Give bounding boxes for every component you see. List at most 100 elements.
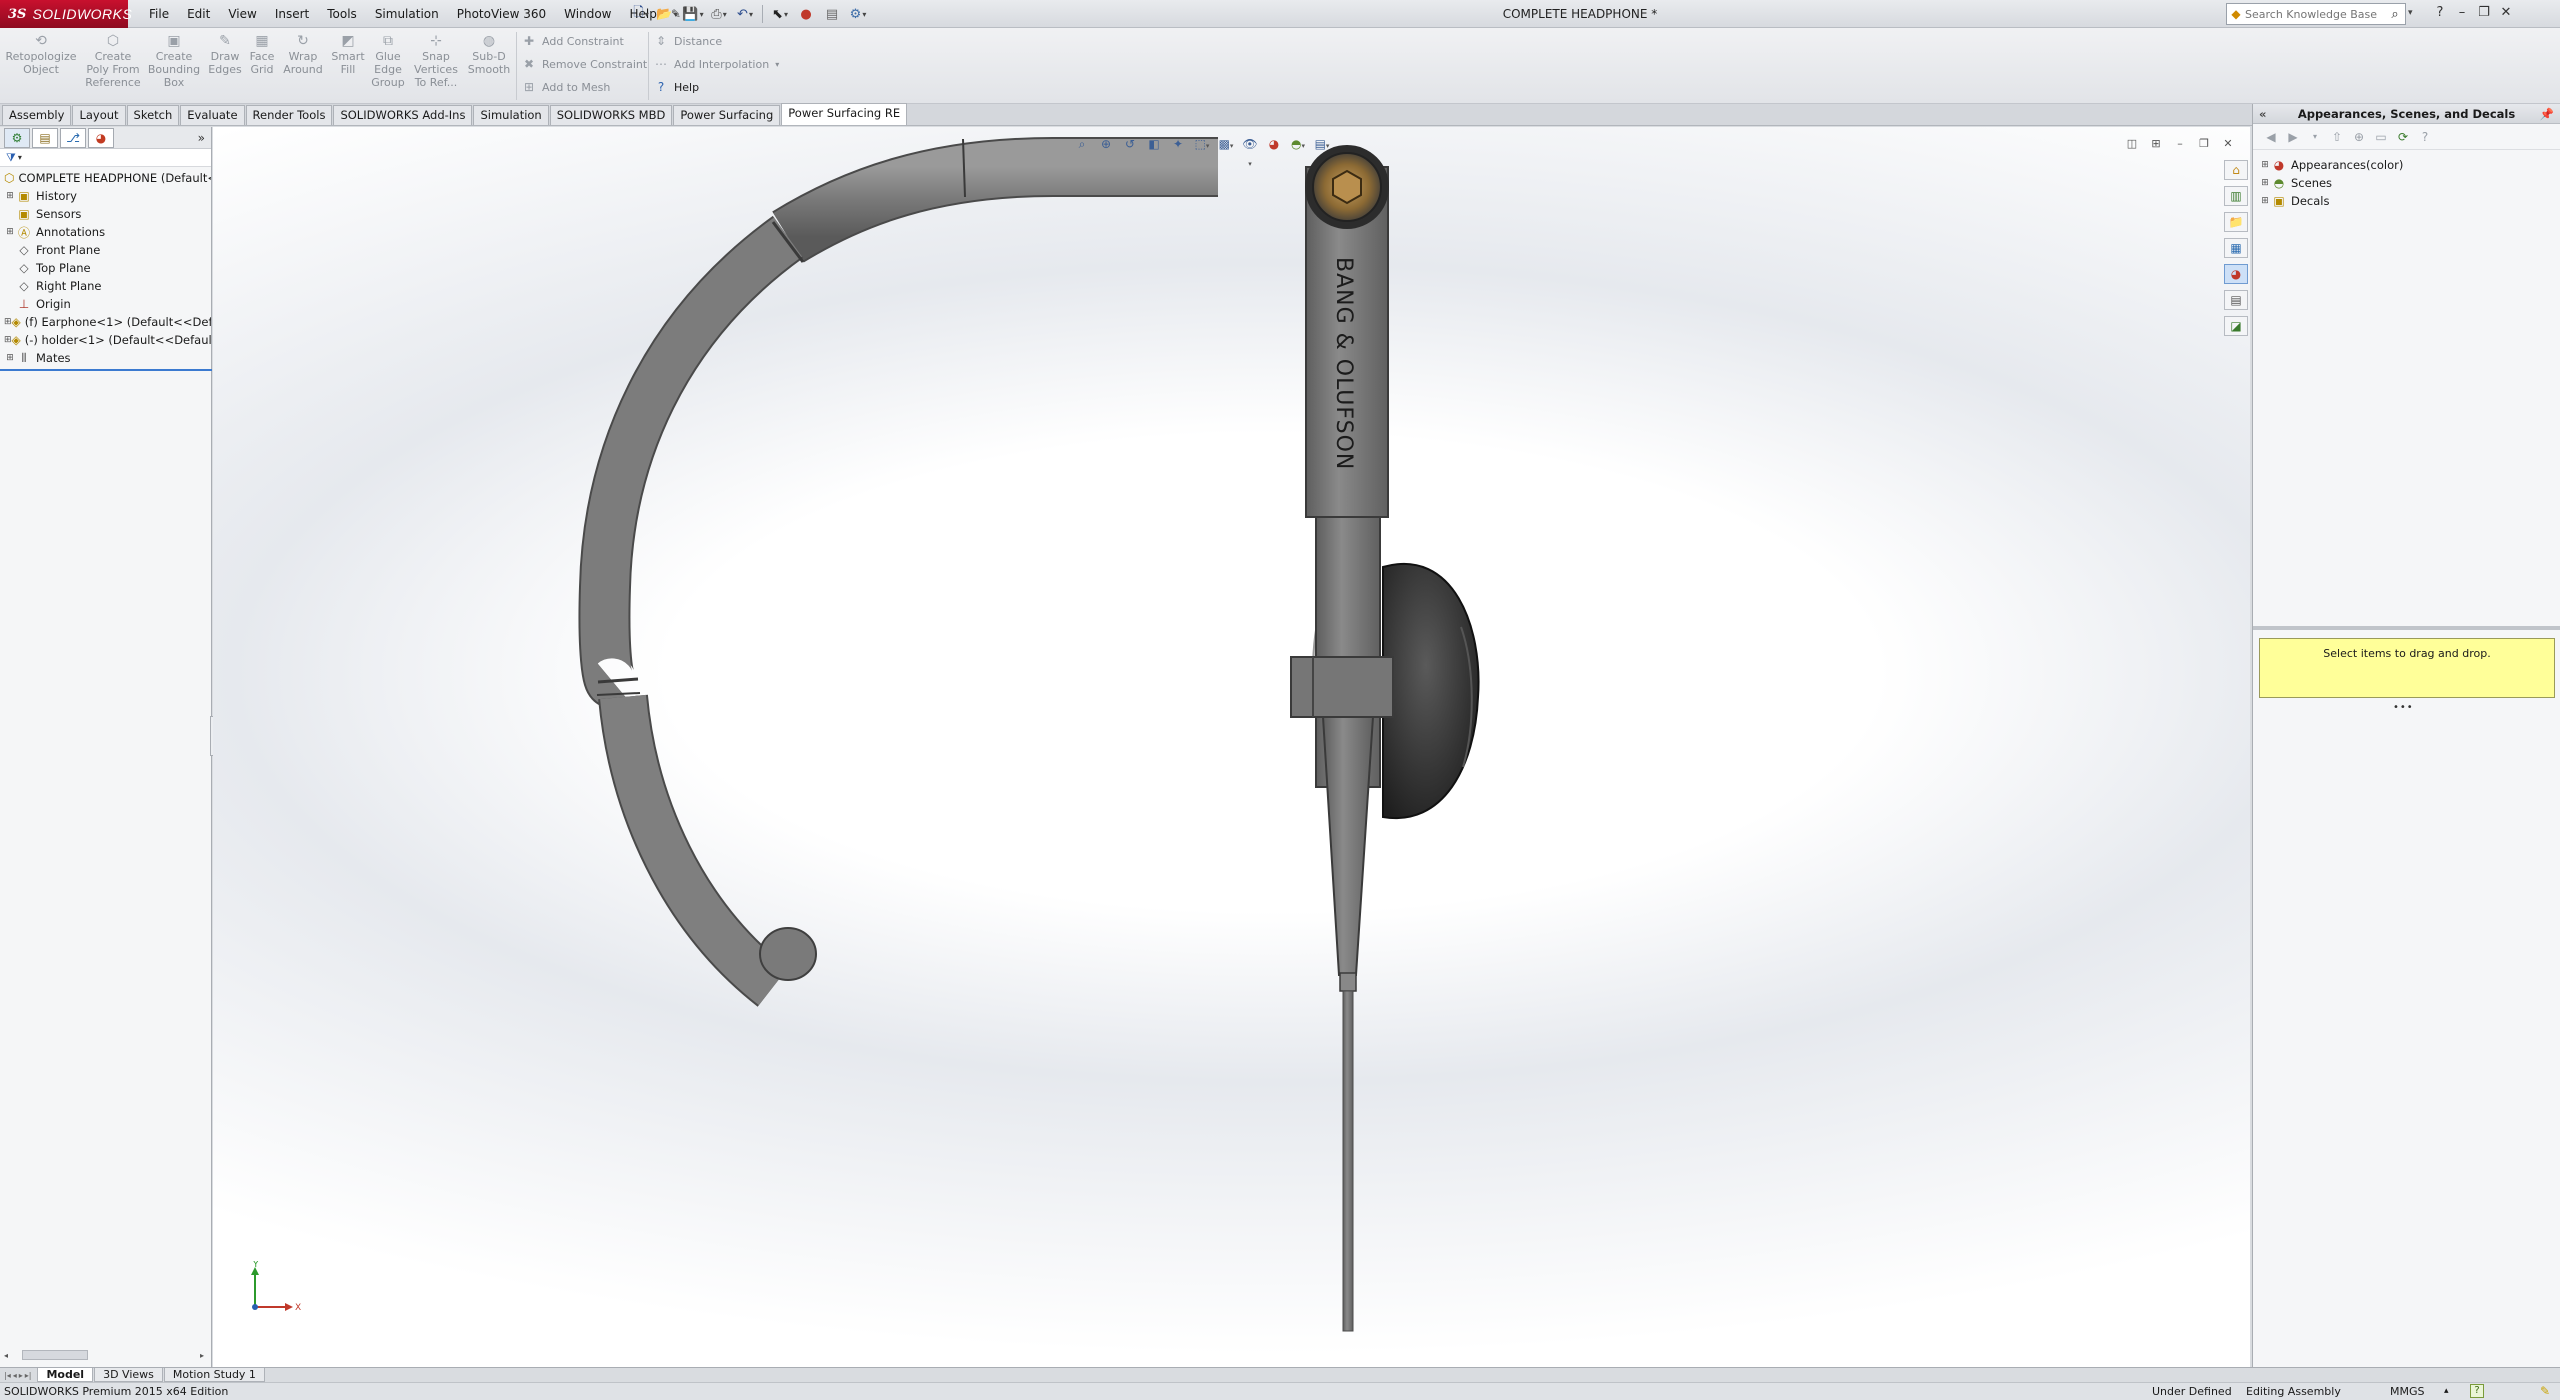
help-button[interactable]: ? Help [654, 80, 699, 94]
tab-simulation[interactable]: Simulation [473, 105, 549, 125]
add-interpolation-button[interactable]: ⋯ Add Interpolation ▾ [654, 57, 779, 71]
tab-evaluate[interactable]: Evaluate [180, 105, 245, 125]
tab-sketch[interactable]: Sketch [126, 105, 180, 125]
new-document-icon[interactable]: 🗋 ▾ [630, 4, 652, 24]
graphics-area[interactable]: BANG & OLUFSON ⌕ ⊕ ↺ ◧ ✦ ⬚▾ ▩▾ 👁▾ ◕ ◓▾ ▤… [213, 127, 2250, 1367]
tab-solidworks-addins[interactable]: SOLIDWORKS Add-Ins [333, 105, 473, 125]
tab-layout[interactable]: Layout [72, 105, 126, 125]
section-view-icon[interactable]: ◧ [1145, 135, 1163, 153]
undo-icon[interactable]: ↶ ▾ [734, 4, 756, 24]
prev-tab-icon[interactable]: ◂ [13, 1371, 17, 1380]
feature-tree-tab-icon[interactable]: ⚙ [4, 127, 30, 148]
tree-horizontal-scrollbar[interactable]: ◂ ▸ [4, 1349, 204, 1361]
viewport-minimize-icon[interactable]: – [2172, 137, 2188, 151]
close-icon[interactable]: ✕ [2496, 2, 2516, 24]
refresh-icon[interactable]: ⟳ [2395, 129, 2411, 145]
zoom-to-fit-icon[interactable]: ⌕ [1073, 135, 1091, 153]
minimize-icon[interactable]: – [2452, 2, 2472, 24]
apply-scene-icon[interactable]: ◓▾ [1289, 135, 1307, 153]
search-input[interactable] [2245, 7, 2385, 21]
view-palette-icon[interactable]: ▦ [2224, 238, 2248, 258]
expand-icon[interactable]: ⊞ [4, 353, 16, 363]
menu-photoview[interactable]: PhotoView 360 [448, 0, 555, 28]
tree-item-mates[interactable]: ⊞ ⫴ Mates [0, 349, 211, 367]
tree-item-front-plane[interactable]: ◇ Front Plane [0, 241, 211, 259]
save-icon[interactable]: 💾 ▾ [682, 4, 704, 24]
first-tab-icon[interactable]: |◂ [4, 1371, 11, 1380]
tab-navigation-arrows[interactable]: |◂ ◂ ▸ ▸| [4, 1371, 31, 1380]
expand-panel-icon[interactable]: » [198, 131, 205, 145]
select-arrow-icon[interactable]: ⬉ ▾ [769, 4, 791, 24]
tree-item-decals[interactable]: ⊞ ▣ Decals [2259, 192, 2560, 210]
search-dropdown-icon[interactable]: ▾ [2408, 8, 2413, 18]
pin-icon[interactable]: 📌 [2540, 104, 2554, 124]
menu-window[interactable]: Window [555, 0, 620, 28]
create-poly-from-reference-button[interactable]: ⬡ Create Poly From Reference [80, 32, 146, 89]
solidworks-resources-icon[interactable]: ⌂ [2224, 160, 2248, 180]
property-manager-tab-icon[interactable]: ▤ [32, 127, 58, 148]
tree-item-top-plane[interactable]: ◇ Top Plane [0, 259, 211, 277]
view-settings-icon[interactable]: ▤▾ [1313, 135, 1331, 153]
new-folder-icon[interactable]: ▭ [2373, 129, 2389, 145]
tree-item-scenes[interactable]: ⊞ ◓ Scenes [2259, 174, 2560, 192]
menu-tools[interactable]: Tools [318, 0, 366, 28]
view-orientation-icon[interactable]: ⬚▾ [1193, 135, 1211, 153]
edit-appearance-icon[interactable]: ◕ [1265, 135, 1283, 153]
rebuild-indicator-icon[interactable]: ✎ [2540, 1383, 2550, 1400]
display-style-icon[interactable]: ▩▾ [1217, 135, 1235, 153]
tree-item-right-plane[interactable]: ◇ Right Plane [0, 277, 211, 295]
pivot-cap[interactable] [1305, 145, 1389, 229]
task-pane-splitter[interactable] [2253, 626, 2560, 630]
add-to-mesh-button[interactable]: ⊞ Add to Mesh [522, 80, 610, 94]
tree-item-appearances[interactable]: ⊞ ◕ Appearances(color) [2259, 156, 2560, 174]
face-grid-button[interactable]: ▦ Face Grid [246, 32, 278, 76]
tree-item-earphone[interactable]: ⊞ ◈ (f) Earphone<1> (Default<<Defa [0, 313, 211, 331]
viewport-close-icon[interactable]: ✕ [2220, 137, 2236, 151]
back-icon[interactable]: ◀ [2263, 129, 2279, 145]
units-dropdown-icon[interactable]: ▴ [2444, 1383, 2449, 1400]
tab-power-surfacing[interactable]: Power Surfacing [673, 105, 781, 125]
tree-item-holder[interactable]: ⊞ ◈ (-) holder<1> (Default<<Default [0, 331, 211, 349]
remove-constraint-button[interactable]: ✖ Remove Constraint [522, 57, 647, 71]
viewport-restore-icon[interactable]: ❐ [2196, 137, 2212, 151]
expand-icon[interactable]: ⊞ [4, 335, 12, 345]
tab-render-tools[interactable]: Render Tools [245, 105, 333, 125]
forward-icon[interactable]: ▶ [2285, 129, 2301, 145]
display-manager-tab-icon[interactable]: ◕ [88, 127, 114, 148]
glue-edge-group-button[interactable]: ⧉ Glue Edge Group [368, 32, 408, 89]
expand-icon[interactable]: ⊞ [4, 317, 12, 327]
tab-motion-study[interactable]: Motion Study 1 [163, 1368, 265, 1382]
appearances-scenes-icon[interactable]: ◕ [2224, 264, 2248, 284]
custom-properties-icon[interactable]: ▤ [2224, 290, 2248, 310]
tab-solidworks-mbd[interactable]: SOLIDWORKS MBD [549, 105, 673, 125]
tab-power-surfacing-re[interactable]: Power Surfacing RE [781, 103, 908, 125]
headphone-model[interactable]: BANG & OLUFSON [213, 127, 2250, 1367]
rebuild-traffic-light-icon[interactable]: ● [795, 4, 817, 24]
last-tab-icon[interactable]: ▸| [25, 1371, 32, 1380]
options-icon[interactable]: ⚙ ▾ [847, 4, 869, 24]
stem-lower[interactable] [1290, 516, 1394, 1332]
quick-tips-icon[interactable]: ? [2470, 1384, 2484, 1398]
previous-view-icon[interactable]: ↺ [1121, 135, 1139, 153]
tab-3d-views[interactable]: 3D Views [94, 1368, 163, 1382]
create-bounding-box-button[interactable]: ▣ Create Bounding Box [146, 32, 202, 89]
zoom-to-area-icon[interactable]: ⊕ [1097, 135, 1115, 153]
add-constraint-button[interactable]: ✚ Add Constraint [522, 34, 624, 48]
file-properties-icon[interactable]: ▤ [821, 4, 843, 24]
scroll-left-icon[interactable]: ◂ [4, 1351, 8, 1360]
collapse-pane-icon[interactable]: « [2259, 104, 2266, 124]
tree-item-history[interactable]: ⊞ ▣ History [0, 187, 211, 205]
view-split-icon[interactable]: ◫ [2124, 137, 2140, 151]
tree-filter[interactable]: ⧩ ▾ [0, 149, 211, 167]
menu-insert[interactable]: Insert [266, 0, 318, 28]
filter-icon[interactable]: ⧩ [6, 151, 16, 165]
tree-root-assembly[interactable]: ⬡ COMPLETE HEADPHONE (Default< [0, 169, 211, 187]
open-folder-icon[interactable]: 📂 ▾ [656, 4, 678, 24]
expand-icon[interactable]: ⊞ [4, 191, 16, 201]
next-tab-icon[interactable]: ▸ [19, 1371, 23, 1380]
expand-icon[interactable]: ⊞ [2259, 160, 2271, 170]
snap-vertices-button[interactable]: ⊹ Snap Vertices To Ref... [410, 32, 462, 89]
knowledge-base-search[interactable]: ◆ ⌕ [2226, 3, 2406, 25]
menu-simulation[interactable]: Simulation [366, 0, 448, 28]
tree-item-origin[interactable]: ⊥ Origin [0, 295, 211, 313]
